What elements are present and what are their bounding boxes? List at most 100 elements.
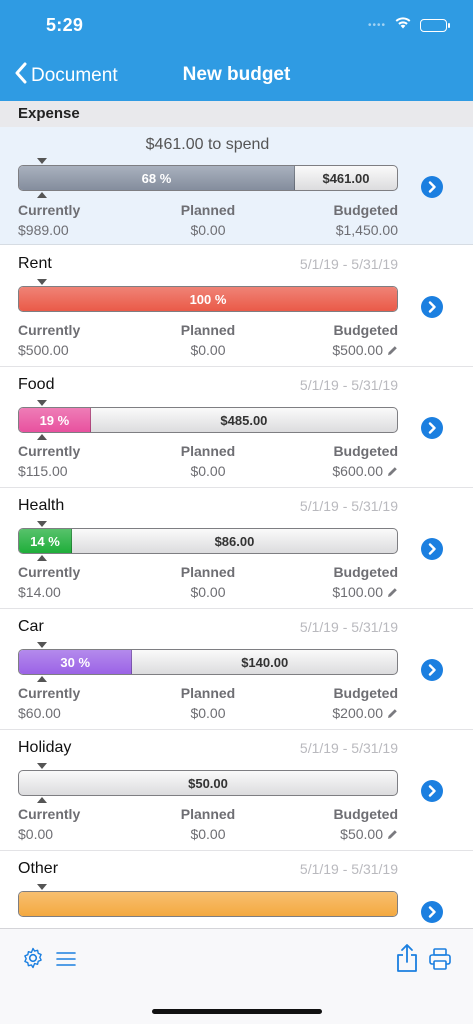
budgeted-value: $50.00 [340, 826, 398, 842]
signal-icon: •••• [367, 19, 386, 31]
today-marker-bottom [37, 434, 47, 440]
today-marker-top [37, 158, 47, 164]
chevron-right-icon [428, 422, 436, 434]
summary-detail-button[interactable] [421, 176, 443, 198]
share-button[interactable] [396, 943, 418, 978]
pencil-icon [388, 467, 397, 476]
progress-fill: 30 % [19, 650, 133, 674]
progress-fill: 100 % [19, 287, 397, 311]
row-detail-button[interactable] [421, 780, 443, 802]
progress-fill [19, 892, 397, 916]
to-spend-label: $461.00 to spend [145, 136, 270, 153]
home-indicator [152, 1009, 322, 1014]
date-range: 5/1/19 - 5/31/19 [299, 619, 398, 635]
category-name: Food [18, 376, 55, 393]
row-detail-button[interactable] [421, 901, 443, 923]
row-detail-button[interactable] [421, 296, 443, 318]
budgeted-value: $500.00 [332, 342, 398, 358]
chevron-right-icon [428, 664, 436, 676]
progress-fill: 14 % [19, 529, 72, 553]
remaining-amount: $140.00 [241, 654, 289, 670]
back-button[interactable]: Document [14, 62, 118, 89]
row-detail-button[interactable] [421, 538, 443, 560]
budgeted-value: $600.00 [332, 463, 398, 479]
today-marker-bottom [37, 797, 47, 803]
progress-bar: 19 % $485.00 [18, 407, 398, 433]
budget-row-rent[interactable]: Rent 5/1/19 - 5/31/19 100 % Currently $5… [0, 246, 473, 367]
category-name: Other [18, 860, 59, 877]
summary-columns: Currently $989.00 Planned $0.00 Budgeted… [18, 202, 398, 242]
row-columns: Currently $115.00 Planned $0.00 Budgeted… [18, 443, 398, 483]
budgeted-label: Budgeted [333, 685, 398, 701]
print-icon [429, 948, 451, 970]
section-header-expense: Expense [0, 101, 473, 127]
progress-bar: 30 % $140.00 [18, 649, 398, 675]
row-columns: Currently $60.00 Planned $0.00 Budgeted … [18, 685, 398, 725]
budgeted-value: $200.00 [332, 705, 398, 721]
today-marker-top [37, 763, 47, 769]
date-range: 5/1/19 - 5/31/19 [299, 498, 398, 514]
chevron-right-icon [428, 906, 436, 918]
list-button[interactable] [56, 951, 76, 972]
battery-icon [420, 18, 450, 32]
budgeted-value: $100.00 [332, 584, 398, 600]
budgeted-label: Budgeted [333, 564, 398, 580]
row-columns: Currently $14.00 Planned $0.00 Budgeted … [18, 564, 398, 604]
category-name: Rent [18, 255, 52, 272]
date-range: 5/1/19 - 5/31/19 [299, 740, 398, 756]
summary-progress-bar: 68 % $461.00 [18, 165, 398, 191]
today-marker-top [37, 400, 47, 406]
today-marker-bottom [37, 676, 47, 682]
budgeted-label: Budgeted [333, 443, 398, 459]
progress-bar: $50.00 [18, 770, 398, 796]
today-marker-bottom [37, 192, 47, 198]
remaining-amount: $86.00 [214, 533, 255, 549]
pencil-icon [388, 588, 397, 597]
budgeted-value: $1,450.00 [335, 222, 398, 238]
today-marker-top [37, 521, 47, 527]
summary-remaining: $461.00 [322, 170, 370, 186]
date-range: 5/1/19 - 5/31/19 [299, 861, 398, 877]
chevron-right-icon [428, 181, 436, 193]
budget-row-food[interactable]: Food 5/1/19 - 5/31/19 19 % $485.00 Curre… [0, 367, 473, 488]
chevron-right-icon [428, 301, 436, 313]
remaining-amount: $485.00 [220, 412, 268, 428]
row-detail-button[interactable] [421, 417, 443, 439]
settings-button[interactable] [22, 947, 44, 974]
date-range: 5/1/19 - 5/31/19 [299, 256, 398, 272]
gear-icon [24, 947, 42, 969]
progress-bar [18, 891, 398, 917]
back-button-label: Document [31, 64, 118, 86]
status-icons: •••• [367, 16, 450, 34]
chevron-right-icon [428, 785, 436, 797]
today-marker-top [37, 884, 47, 890]
budgeted-label: Budgeted [333, 806, 398, 822]
pencil-icon [388, 709, 397, 718]
expense-summary[interactable]: $461.00 to spend 68 % $461.00 Currently … [0, 127, 473, 245]
budget-row-holiday[interactable]: Holiday 5/1/19 - 5/31/19 $50.00 Currentl… [0, 730, 473, 851]
remaining-amount: $50.00 [188, 775, 228, 791]
progress-fill: 19 % [19, 408, 91, 432]
status-time: 5:29 [46, 15, 84, 35]
pencil-icon [388, 830, 397, 839]
budget-row-health[interactable]: Health 5/1/19 - 5/31/19 14 % $86.00 Curr… [0, 488, 473, 609]
chevron-right-icon [428, 543, 436, 555]
navigation-bar: 5:29 •••• Document New budget [0, 0, 473, 101]
print-button[interactable] [428, 947, 452, 976]
category-name: Car [18, 618, 44, 635]
row-columns: Currently $500.00 Planned $0.00 Budgeted… [18, 322, 398, 362]
wifi-icon [394, 16, 412, 34]
today-marker-bottom [37, 555, 47, 561]
list-icon [56, 952, 76, 966]
progress-bar: 14 % $86.00 [18, 528, 398, 554]
budgeted-label: Budgeted [333, 322, 398, 338]
row-detail-button[interactable] [421, 659, 443, 681]
share-icon [397, 944, 417, 972]
pencil-icon [388, 346, 397, 355]
category-name: Holiday [18, 739, 72, 756]
row-columns: Currently $0.00 Planned $0.00 Budgeted $… [18, 806, 398, 846]
budget-row-car[interactable]: Car 5/1/19 - 5/31/19 30 % $140.00 Curren… [0, 609, 473, 730]
today-marker-top [37, 279, 47, 285]
category-name: Health [18, 497, 65, 514]
progress-bar: 100 % [18, 286, 398, 312]
